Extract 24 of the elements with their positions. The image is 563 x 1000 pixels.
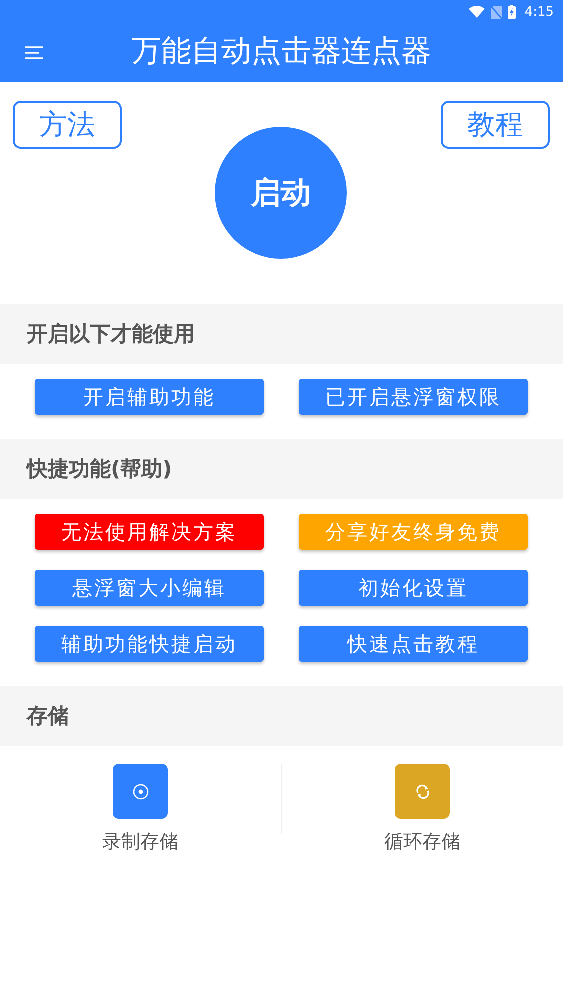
feature-button[interactable]: 开启辅助功能 (35, 379, 264, 415)
section-header: 快捷功能(帮助) (0, 439, 563, 499)
wifi-icon (468, 6, 485, 18)
feature-button[interactable]: 悬浮窗大小编辑 (35, 570, 264, 606)
outline-button[interactable]: 方法 (13, 101, 122, 149)
feature-button[interactable]: 快速点击教程 (299, 626, 528, 662)
start-button[interactable]: 启动 (215, 127, 347, 259)
menu-icon[interactable] (25, 46, 43, 60)
feature-button[interactable]: 已开启悬浮窗权限 (299, 379, 528, 415)
tile-label: 循环存储 (384, 830, 460, 855)
tile-label: 录制存储 (102, 830, 178, 855)
feature-button[interactable]: 分享好友终身免费 (299, 514, 528, 550)
section-header: 存储 (0, 686, 563, 746)
section-header: 开启以下才能使用 (0, 304, 563, 364)
record-icon[interactable] (113, 764, 168, 819)
feature-button[interactable]: 初始化设置 (299, 570, 528, 606)
feature-button[interactable]: 无法使用解决方案 (35, 514, 264, 550)
outline-button[interactable]: 教程 (441, 101, 550, 149)
refresh-icon[interactable] (395, 764, 450, 819)
no-sim-icon (490, 6, 502, 18)
app-title: 万能自动点击器连点器 (130, 32, 432, 70)
status-time: 4:15 (524, 4, 554, 20)
feature-button[interactable]: 辅助功能快捷启动 (35, 626, 264, 662)
battery-icon (508, 5, 516, 19)
